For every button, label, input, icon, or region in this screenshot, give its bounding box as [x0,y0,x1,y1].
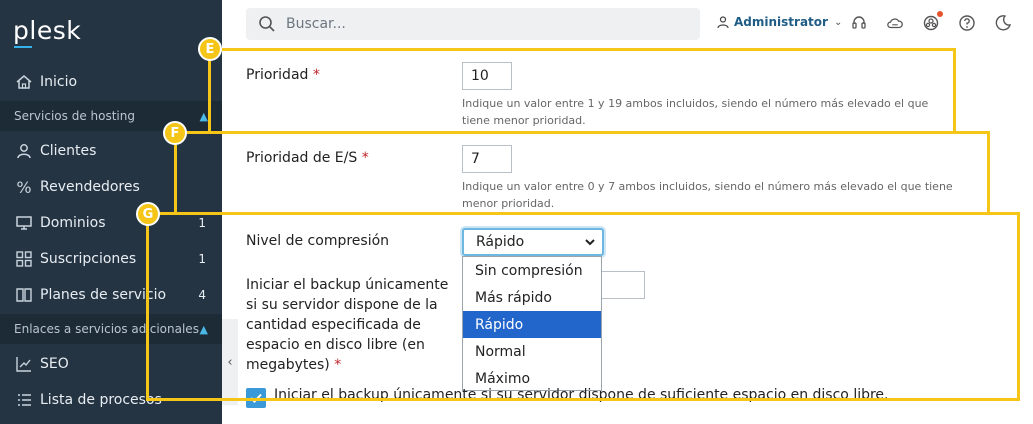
annotation-box-e [208,48,956,134]
plesk-logo[interactable]: plesk [13,16,81,45]
sidebar-item-label: Lista de procesos [40,392,162,408]
sidebar-item-label: Inicio [40,74,78,90]
sidebar-item-label: Suscripciones [40,251,137,267]
percent-icon: % [16,177,32,197]
user-menu[interactable]: Administrator ⌄ [716,15,842,29]
help-icon[interactable] [958,14,976,32]
list-icon [12,391,36,409]
sidebar-item-inicio[interactable]: Inicio [0,64,222,100]
search-icon [259,16,275,32]
grid-icon [12,250,36,268]
section-servicios-hosting[interactable]: Servicios de hosting ▲ [0,101,222,131]
chevron-down-icon: ⌄ [833,16,843,28]
support-icon[interactable] [850,14,868,32]
annotation-box-f [174,131,990,215]
section-label: Servicios de hosting [14,109,135,123]
sidebar-item-label: Dominios [40,215,106,231]
sidebar-item-label: Clientes [40,143,97,159]
search-input[interactable]: Buscar... [246,8,700,40]
annotation-badge-e: E [198,37,222,61]
annotation-box-g [146,212,1020,401]
chart-icon [12,355,36,373]
monitor-icon [12,214,36,232]
home-icon [12,73,36,91]
logo-underline [14,46,32,48]
cloud-icon[interactable] [886,14,904,32]
dark-mode-icon[interactable] [994,14,1012,32]
extensions-icon[interactable] [922,11,943,32]
annotation-badge-f: F [163,121,187,145]
sidebar-item-label: Revendedores [40,179,140,195]
user-icon [12,142,36,160]
chevron-up-icon: ▲ [199,109,208,123]
annotation-badge-g: G [136,202,160,226]
book-icon [12,286,36,304]
user-name: Administrator [734,15,828,29]
notification-dot [937,11,943,17]
sidebar-item-label: SEO [40,356,69,372]
user-icon [717,16,729,29]
